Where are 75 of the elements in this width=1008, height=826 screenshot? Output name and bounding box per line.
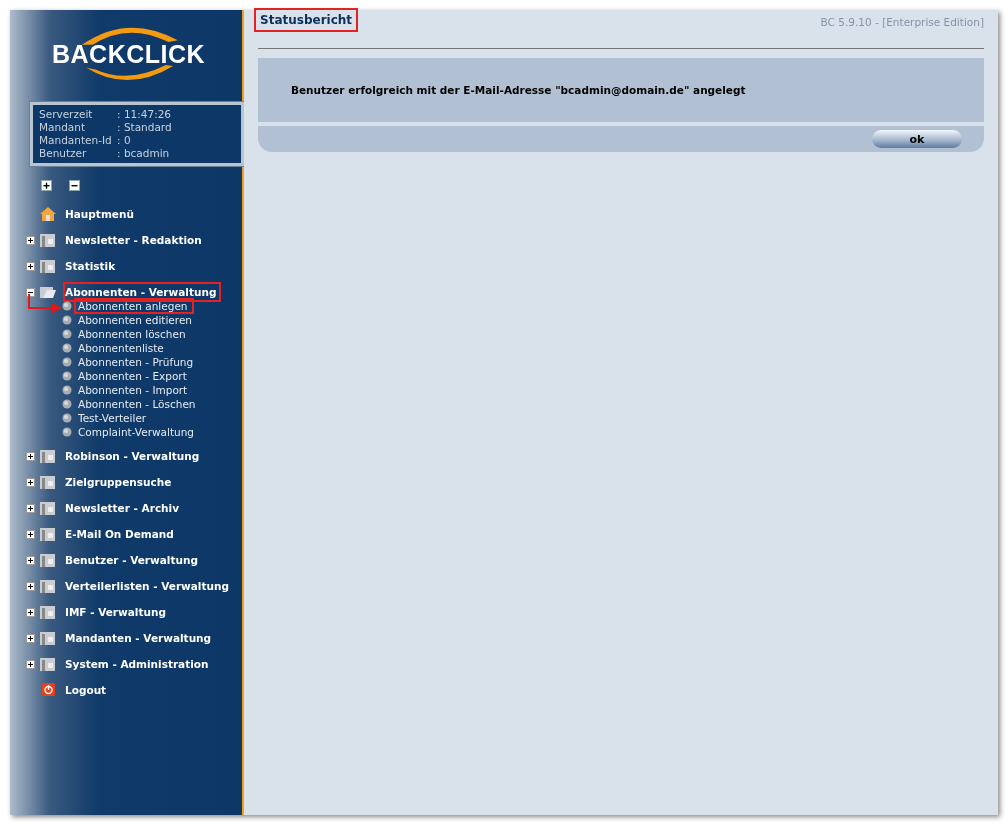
menu-item[interactable]: IMF - Verwaltung xyxy=(63,602,171,622)
submenu-item[interactable]: Abonnentenliste xyxy=(74,340,170,356)
info-value: : 0 xyxy=(117,134,131,147)
info-label: Mandant xyxy=(39,121,87,134)
ok-button[interactable]: ok xyxy=(872,130,962,148)
submenu-item[interactable]: Abonnenten - Import xyxy=(74,382,194,398)
folder-icon xyxy=(39,604,57,620)
info-value: : 11:47:26 xyxy=(117,108,172,121)
folder-icon xyxy=(39,448,57,464)
info-value: : bcadmin xyxy=(117,147,170,160)
menu-item[interactable]: Newsletter - Archiv xyxy=(63,498,185,518)
bullet-icon xyxy=(62,343,72,353)
expand-all-icon[interactable] xyxy=(41,180,52,191)
power-icon xyxy=(39,682,57,698)
page-title: Statusbericht xyxy=(254,8,359,32)
expand-icon[interactable] xyxy=(26,235,35,245)
bullet-icon xyxy=(62,315,72,325)
info-label: Benutzer xyxy=(39,147,88,160)
folder-icon xyxy=(39,578,57,594)
info-value: : Standard xyxy=(117,121,172,134)
menu-item[interactable]: Newsletter - Redaktion xyxy=(63,230,207,250)
menu-item[interactable]: Verteilerlisten - Verwaltung xyxy=(63,576,234,596)
bullet-icon xyxy=(62,399,72,409)
expand-icon[interactable] xyxy=(26,477,35,487)
submenu-item[interactable]: Abonnenten - Export xyxy=(74,368,193,384)
folder-icon xyxy=(39,232,57,248)
bullet-icon xyxy=(62,301,72,311)
submenu-item[interactable]: Abonnenten editieren xyxy=(74,312,198,328)
expand-icon[interactable] xyxy=(26,555,35,565)
expand-icon[interactable] xyxy=(26,503,35,513)
menu-item[interactable]: Benutzer - Verwaltung xyxy=(63,550,203,570)
submenu-item[interactable]: Abonnenten - Prüfung xyxy=(74,354,200,370)
folder-icon xyxy=(39,552,57,568)
bullet-icon xyxy=(62,385,72,395)
bullet-icon xyxy=(62,413,72,423)
version-label: BC 5.9.10 - [Enterprise Edition] xyxy=(820,16,984,28)
info-label: Serverzeit xyxy=(39,108,94,121)
submenu-item[interactable]: Complaint-Verwaltung xyxy=(74,424,201,440)
expand-icon[interactable] xyxy=(26,607,35,617)
menu-item[interactable]: System - Administration xyxy=(63,654,214,674)
folder-icon xyxy=(39,526,57,542)
open-folder-icon xyxy=(39,284,57,300)
backclick-logo: BACKCLICK xyxy=(50,22,205,86)
expand-icon[interactable] xyxy=(26,261,35,271)
submenu-item[interactable]: Abonnenten - Löschen xyxy=(74,396,202,412)
bullet-icon xyxy=(62,329,72,339)
folder-icon xyxy=(39,474,57,490)
collapse-all-icon[interactable] xyxy=(69,180,80,191)
menu-item[interactable]: Robinson - Verwaltung xyxy=(63,446,205,466)
expand-icon[interactable] xyxy=(26,581,35,591)
menu-item[interactable]: Abonnenten - Verwaltung xyxy=(63,282,222,302)
menu-item[interactable]: Hauptmenü xyxy=(63,204,139,224)
folder-icon xyxy=(39,630,57,646)
bullet-icon xyxy=(62,357,72,367)
expand-icon[interactable] xyxy=(26,451,35,461)
status-message: Benutzer erfolgreich mit der E-Mail-Adresse "bcadmin@domain.de" angelegt xyxy=(291,84,746,96)
menu-item[interactable]: Statistik xyxy=(63,256,121,276)
submenu-item[interactable]: Abonnenten anlegen xyxy=(74,298,194,314)
bullet-icon xyxy=(62,427,72,437)
menu-item[interactable]: Logout xyxy=(63,680,112,700)
bullet-icon xyxy=(62,371,72,381)
menu-item[interactable]: Mandanten - Verwaltung xyxy=(63,628,217,648)
collapse-icon[interactable] xyxy=(26,287,35,297)
folder-icon xyxy=(39,656,57,672)
expand-icon[interactable] xyxy=(26,529,35,539)
submenu-item[interactable]: Abonnenten löschen xyxy=(74,326,192,342)
submenu-item[interactable]: Test-Verteiler xyxy=(74,410,153,426)
folder-icon xyxy=(39,258,57,274)
house-icon xyxy=(39,206,57,222)
menu-item[interactable]: E-Mail On Demand xyxy=(63,524,179,544)
menu-item[interactable]: Zielgruppensuche xyxy=(63,472,177,492)
info-label: Mandanten-Id xyxy=(39,134,113,147)
expand-icon[interactable] xyxy=(26,633,35,643)
folder-icon xyxy=(39,500,57,516)
expand-icon[interactable] xyxy=(26,659,35,669)
